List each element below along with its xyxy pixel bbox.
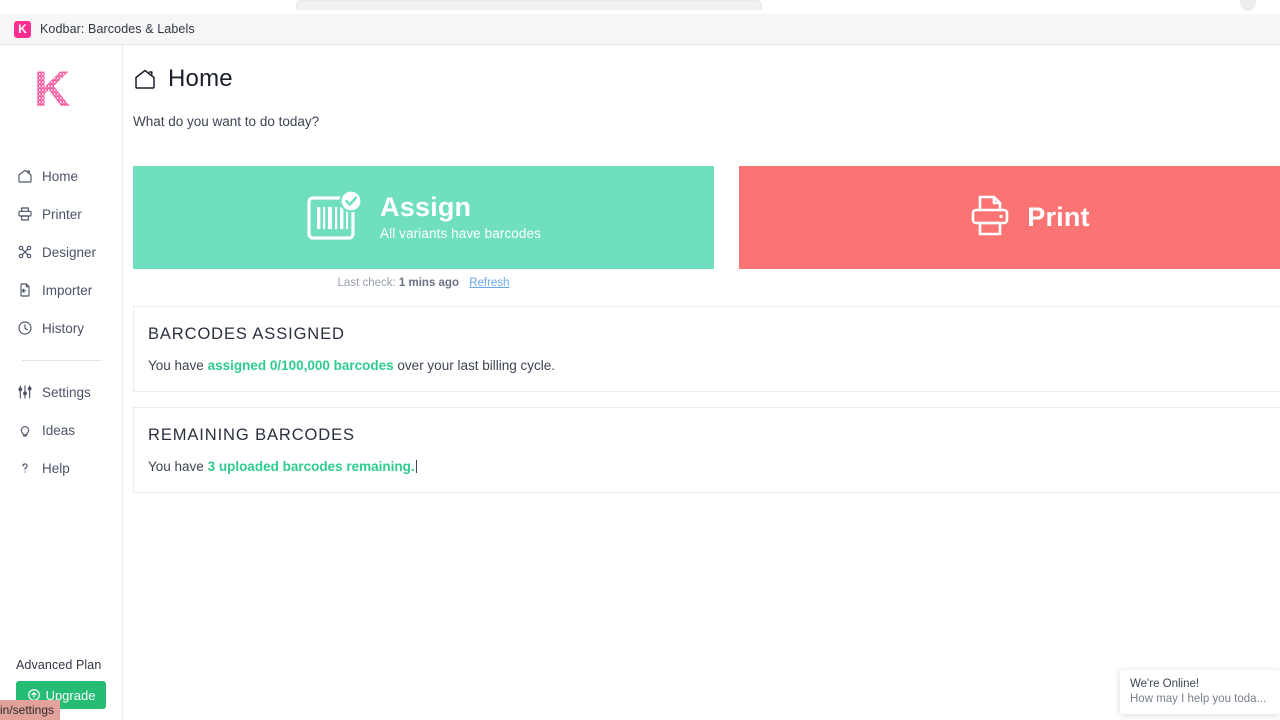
chat-widget[interactable]: We're Online! How may I help you toda... — [1120, 670, 1280, 714]
browser-url-bar[interactable] — [296, 0, 762, 10]
printer-icon — [16, 206, 33, 223]
sliders-icon — [16, 384, 33, 401]
panel-text-before: You have — [148, 358, 208, 373]
question-mark-icon — [16, 460, 33, 477]
kodbar-brand-logo-icon: K K — [30, 61, 86, 115]
action-cards: Assign All variants have barcodes — [133, 166, 1280, 269]
panel-highlight: 3 uploaded barcodes remaining. — [208, 459, 415, 474]
sidebar-item-label: Designer — [42, 245, 96, 260]
sidebar-item-label: Printer — [42, 207, 82, 222]
refresh-link[interactable]: Refresh — [469, 277, 509, 289]
sidebar-item-label: History — [42, 321, 84, 336]
main-content: Home What do you want to do today? — [123, 45, 1280, 720]
kodbar-logo-icon: K — [14, 21, 31, 38]
remaining-barcodes-panel: REMAINING BARCODES You have 3 uploaded b… — [133, 407, 1280, 493]
panel-body: You have 3 uploaded barcodes remaining. — [148, 459, 1280, 474]
browser-status-bar: in/settings — [0, 700, 60, 720]
chat-title: We're Online! — [1130, 678, 1270, 690]
sidebar-divider — [22, 360, 101, 361]
sidebar-item-label: Help — [42, 461, 70, 476]
clock-icon — [16, 320, 33, 337]
sidebar-item-label: Ideas — [42, 423, 75, 438]
sidebar-item-help[interactable]: Help — [0, 449, 123, 487]
last-check-prefix: Last check: — [338, 277, 396, 289]
barcodes-assigned-panel: BARCODES ASSIGNED You have assigned 0/10… — [133, 306, 1280, 392]
sidebar-item-printer[interactable]: Printer — [0, 195, 123, 233]
sidebar-nav: Home Printer — [0, 157, 123, 487]
sidebar-item-label: Home — [42, 169, 78, 184]
lightbulb-icon — [16, 422, 33, 439]
sidebar-item-settings[interactable]: Settings — [0, 373, 123, 411]
page-title: Home — [168, 65, 233, 93]
sidebar: K K Home — [0, 45, 123, 720]
home-icon — [16, 168, 33, 185]
panel-body: You have assigned 0/100,000 barcodes ove… — [148, 358, 1280, 373]
page-subtitle: What do you want to do today? — [133, 114, 1280, 129]
plan-name: Advanced Plan — [16, 658, 116, 672]
sidebar-item-home[interactable]: Home — [0, 157, 123, 195]
panel-heading: BARCODES ASSIGNED — [148, 325, 1280, 344]
panel-text-after: over your last billing cycle. — [394, 358, 555, 373]
print-card[interactable]: Print — [739, 166, 1280, 269]
text-caret — [416, 460, 417, 473]
print-card-title: Print — [1027, 204, 1090, 231]
designer-scissors-icon — [16, 244, 33, 261]
panel-highlight: assigned 0/100,000 barcodes — [208, 358, 394, 373]
sidebar-item-designer[interactable]: Designer — [0, 233, 123, 271]
importer-file-arrow-icon — [16, 282, 33, 299]
panel-text-before: You have — [148, 459, 208, 474]
sidebar-item-ideas[interactable]: Ideas — [0, 411, 123, 449]
app-title: Kodbar: Barcodes & Labels — [40, 22, 195, 36]
app-title-bar: K Kodbar: Barcodes & Labels — [0, 14, 1280, 45]
chat-subtitle: How may I help you toda... — [1130, 693, 1270, 705]
logo-letter: K — [18, 23, 27, 35]
browser-chrome-strip — [0, 0, 1280, 14]
sidebar-item-label: Settings — [42, 385, 91, 400]
browser-profile-avatar[interactable] — [1240, 0, 1256, 11]
app-body: K K Home — [0, 45, 1280, 720]
panel-heading: REMAINING BARCODES — [148, 426, 1280, 445]
sidebar-item-label: Importer — [42, 283, 92, 298]
last-check-row: Last check: 1 mins ago Refresh — [133, 277, 714, 289]
printer-icon — [969, 193, 1011, 242]
last-check-value: 1 mins ago — [399, 277, 459, 289]
assign-card[interactable]: Assign All variants have barcodes — [133, 166, 714, 269]
status-bar-url: in/settings — [0, 703, 54, 717]
page-header: Home — [133, 65, 1280, 93]
home-icon — [133, 67, 157, 91]
assign-card-subtitle: All variants have barcodes — [380, 226, 541, 241]
sidebar-item-importer[interactable]: Importer — [0, 271, 123, 309]
barcode-check-icon — [306, 188, 366, 247]
sidebar-item-history[interactable]: History — [0, 309, 123, 347]
assign-card-title: Assign — [380, 194, 541, 221]
svg-text:K: K — [34, 61, 70, 115]
